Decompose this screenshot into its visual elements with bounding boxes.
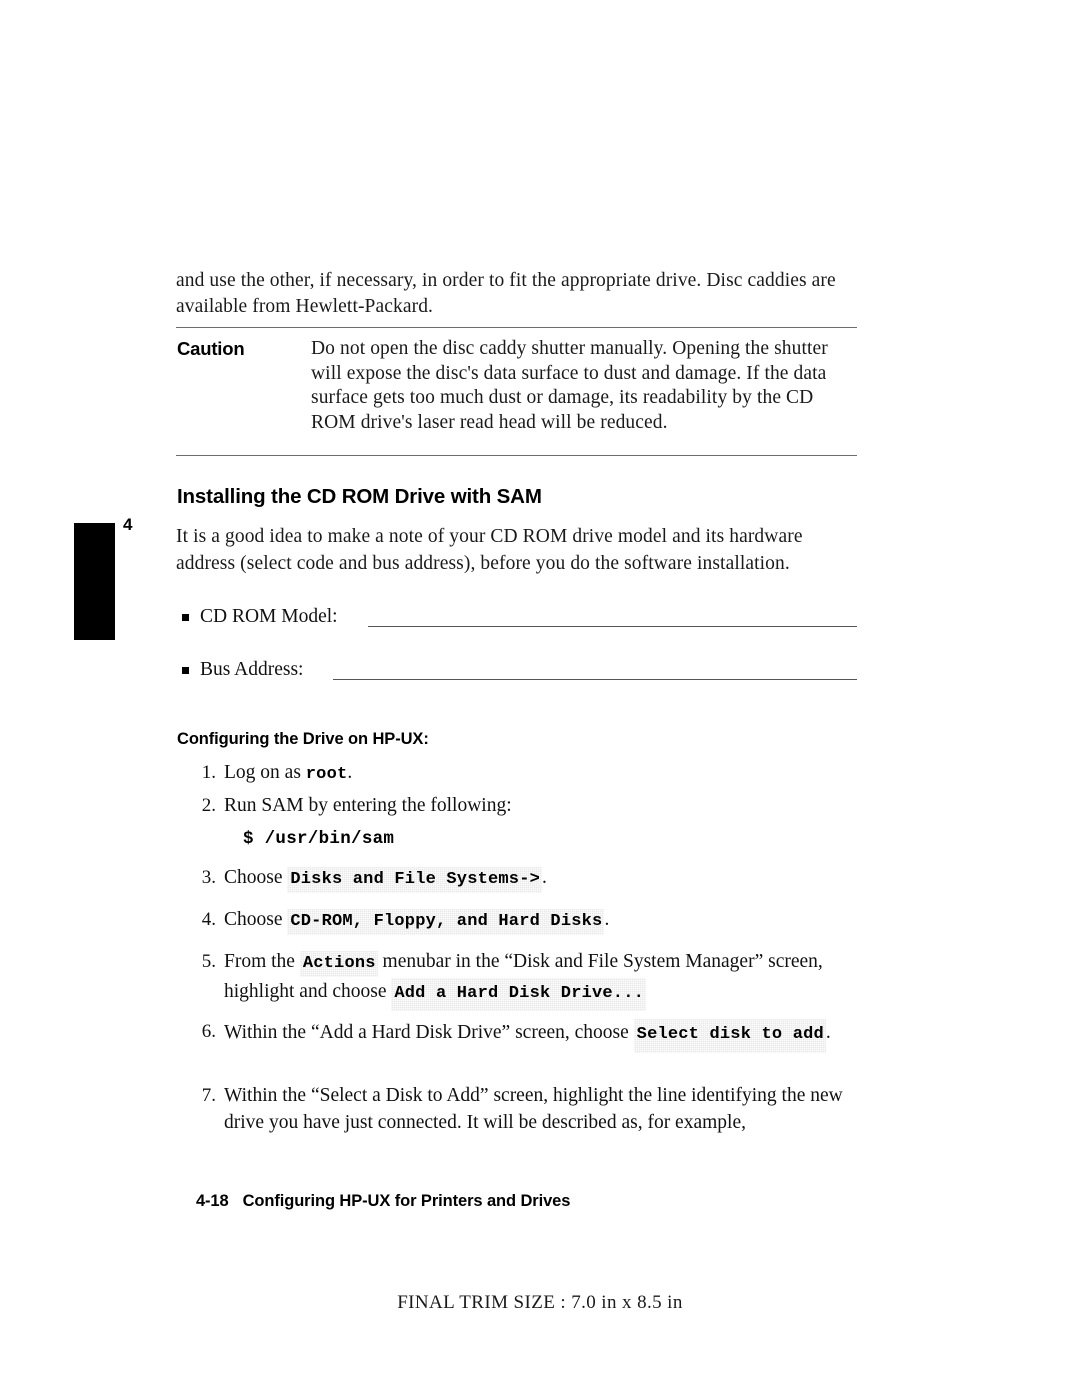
step-number: 7. <box>201 1085 216 1106</box>
fillin-label: CD ROM Model: <box>200 606 338 627</box>
step-number: 2. <box>201 795 216 816</box>
trim-size-note: FINAL TRIM SIZE : 7.0 in x 8.5 in <box>397 1292 683 1313</box>
step-number: 5. <box>201 951 216 972</box>
caution-label: Caution <box>177 338 245 359</box>
document-page: and use the other, if necessary, in orde… <box>0 0 1080 1397</box>
ui-menubar-actions[interactable]: Actions <box>300 951 378 977</box>
step-text-pre: From the <box>224 951 300 972</box>
fillin-blank-rule[interactable] <box>333 679 857 680</box>
step-text-pre: Log on as <box>224 762 306 783</box>
step-number: 6. <box>201 1021 216 1042</box>
subsection-heading: Configuring the Drive on HP-UX: <box>177 730 429 748</box>
mono-term: root <box>305 765 348 784</box>
fillin-blank-rule[interactable] <box>368 626 857 627</box>
step-text: From the Actions menubar in the “Disk an… <box>224 949 860 1011</box>
step-text-post: . <box>604 909 610 930</box>
fillin-bus-address: Bus Address: <box>182 657 857 683</box>
step-text-pre: Within the “Add a Hard Disk Drive” scree… <box>224 1022 634 1043</box>
square-bullet-icon <box>182 614 189 621</box>
intro-paragraph: and use the other, if necessary, in orde… <box>176 270 836 317</box>
ui-menu-item-add-a-hard-disk-drive[interactable]: Add a Hard Disk Drive... <box>391 978 646 1012</box>
caution-rule-top <box>176 327 857 328</box>
step-number: 1. <box>201 762 216 783</box>
step-item: 2. Run SAM by entering the following: <box>190 793 850 820</box>
step-item: 7. Within the “Select a Disk to Add” scr… <box>190 1083 862 1136</box>
fillin-label: Bus Address: <box>200 659 304 680</box>
step-text-post: . <box>347 762 353 783</box>
section-paragraph: It is a good idea to make a note of your… <box>176 526 803 574</box>
step-text-pre: Choose <box>224 867 288 888</box>
step-item: 6. Within the “Add a Hard Disk Drive” sc… <box>190 1019 850 1053</box>
footer-title: Configuring HP-UX for Printers and Drive… <box>242 1192 571 1210</box>
step-text: Choose Disks and File Systems->. <box>224 865 850 894</box>
command-line: $ /usr/bin/sam <box>243 829 395 849</box>
step-item: 1. Log on as root. <box>190 760 850 789</box>
step-text-post: . <box>825 1022 831 1043</box>
step-text-post: . <box>542 867 547 888</box>
section-heading: Installing the CD ROM Drive with SAM <box>177 485 542 508</box>
caution-text: Do not open the disc caddy shutter manua… <box>311 338 828 433</box>
footer-page-number: 4-18 <box>195 1192 229 1210</box>
ui-menu-item-cdrom-floppy-hard-disks[interactable]: CD-ROM, Floppy, and Hard Disks <box>287 909 604 935</box>
chapter-number: 4 <box>123 515 133 534</box>
page-footer: 4-18 Configuring HP-UX for Printers and D… <box>178 1173 571 1230</box>
step-item: 5. From the Actions menubar in the “Disk… <box>190 949 860 1011</box>
step-item: 3. Choose Disks and File Systems->. <box>190 865 850 894</box>
step-number: 3. <box>201 867 216 888</box>
step-text: Log on as root. <box>224 760 850 789</box>
step-item: 4. Choose CD-ROM, Floppy, and Hard Disks… <box>190 907 850 936</box>
caution-rule-bottom <box>176 455 857 456</box>
step-text: Within the “Select a Disk to Add” screen… <box>224 1085 843 1133</box>
chapter-tab-marker <box>74 523 115 640</box>
step-text: Run SAM by entering the following: <box>224 795 512 816</box>
step-number: 4. <box>201 909 216 930</box>
fillin-cd-rom-model: CD ROM Model: <box>182 604 857 630</box>
square-bullet-icon <box>182 667 189 674</box>
step-text: Choose CD-ROM, Floppy, and Hard Disks. <box>224 907 850 936</box>
ui-menu-item-select-disk-to-add[interactable]: Select disk to add <box>634 1019 826 1053</box>
step-text-pre: Choose <box>224 909 288 930</box>
ui-menu-item-disks-and-file-systems[interactable]: Disks and File Systems-> <box>287 867 542 893</box>
step-text: Within the “Add a Hard Disk Drive” scree… <box>224 1019 850 1053</box>
